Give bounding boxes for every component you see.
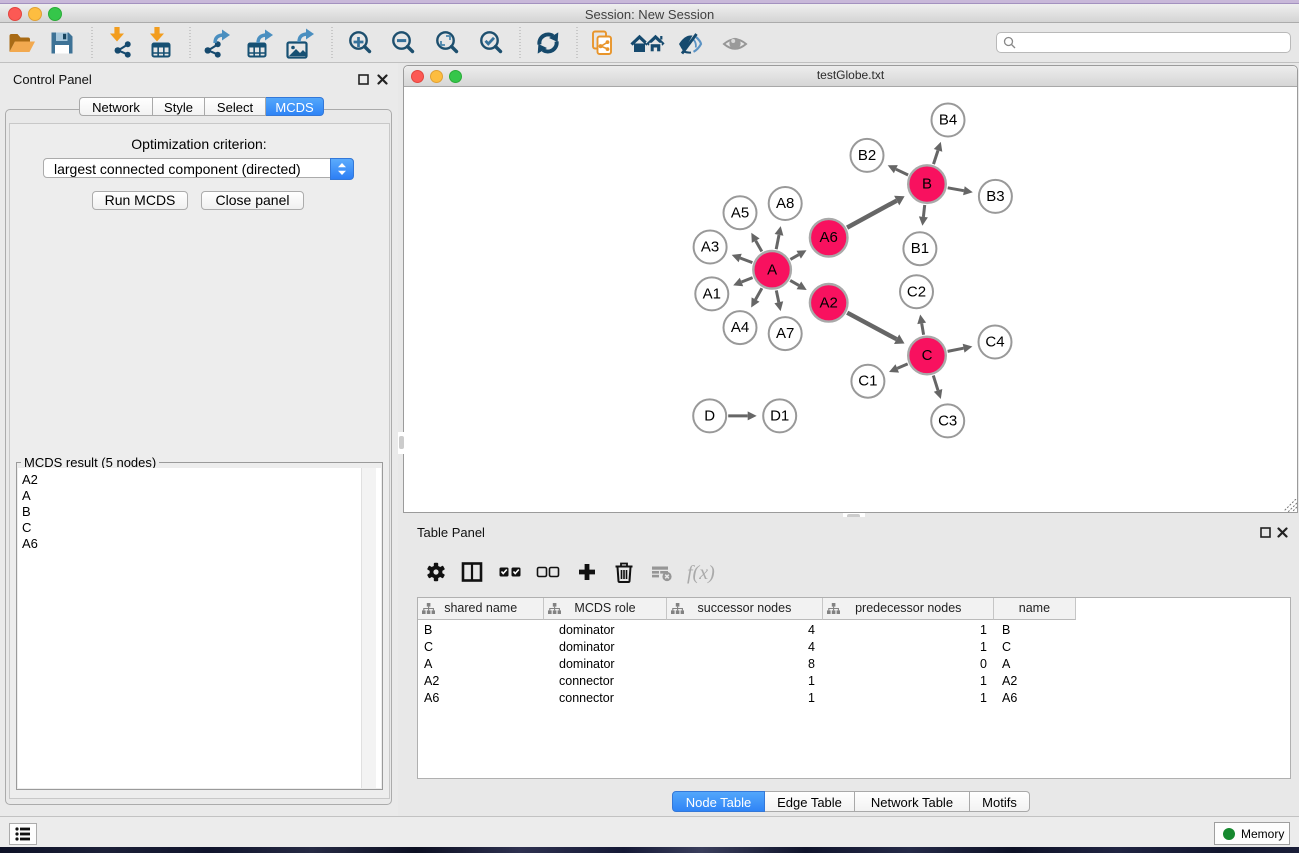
svg-text:C: C (922, 347, 933, 364)
svg-text:D1: D1 (770, 407, 789, 424)
svg-text:C1: C1 (858, 373, 877, 390)
svg-text:A3: A3 (701, 239, 719, 256)
svg-text:A6: A6 (820, 229, 838, 246)
svg-text:D: D (704, 407, 715, 424)
svg-text:A: A (767, 261, 777, 278)
svg-text:A5: A5 (731, 204, 749, 221)
svg-text:C3: C3 (938, 412, 957, 429)
svg-text:C4: C4 (985, 334, 1004, 351)
svg-text:B: B (922, 176, 932, 193)
svg-text:A7: A7 (776, 325, 794, 342)
svg-text:C2: C2 (907, 283, 926, 300)
svg-text:f(x): f(x) (687, 562, 715, 584)
svg-text:A8: A8 (776, 195, 794, 212)
svg-text:B2: B2 (858, 147, 876, 164)
svg-text:A2: A2 (820, 294, 838, 311)
svg-text:B4: B4 (939, 112, 957, 129)
svg-text:A1: A1 (703, 285, 721, 302)
svg-text:B1: B1 (911, 240, 929, 257)
svg-text:B3: B3 (986, 188, 1004, 205)
svg-text:A4: A4 (731, 319, 749, 336)
